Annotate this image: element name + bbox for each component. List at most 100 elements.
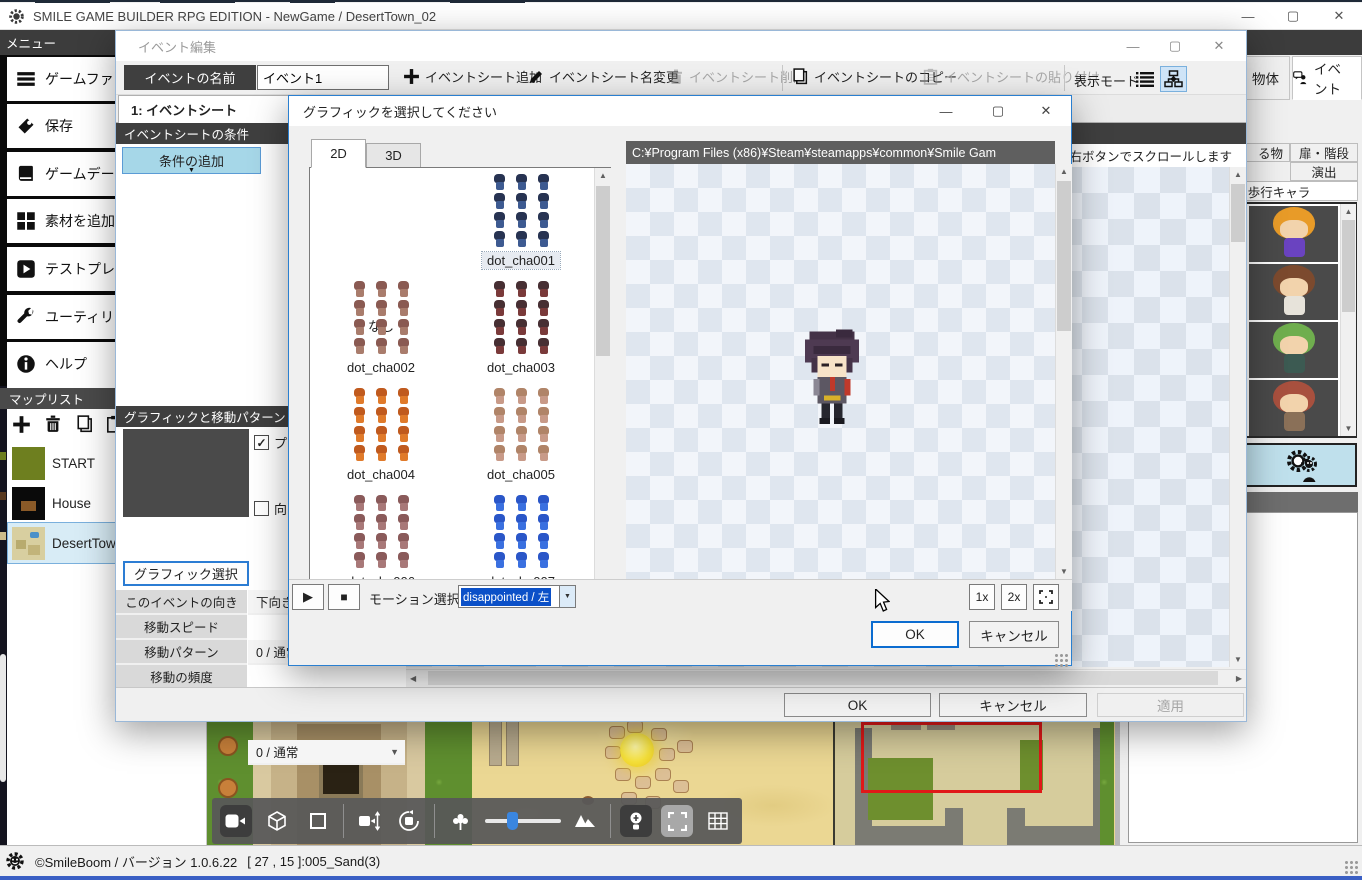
- add-condition-button[interactable]: 条件の追加 ▼: [122, 147, 261, 174]
- scroll-down-icon[interactable]: ▼: [1056, 564, 1072, 579]
- scroll-right-icon[interactable]: ▶: [1236, 674, 1242, 683]
- cube-view-button[interactable]: [261, 805, 293, 837]
- maximize-button[interactable]: ▢: [1158, 33, 1192, 59]
- maximize-button[interactable]: ▢: [981, 98, 1015, 124]
- subtab-effect[interactable]: 演出: [1290, 162, 1358, 181]
- scroll-up-icon[interactable]: ▲: [595, 168, 611, 183]
- zoom-in-mountain-icon[interactable]: [570, 805, 602, 837]
- maplist-copy-button[interactable]: [72, 411, 98, 437]
- camera-mode-button[interactable]: [220, 805, 252, 837]
- checkbox-unchecked-icon[interactable]: [254, 501, 269, 516]
- display-mode-flow-button[interactable]: [1160, 66, 1187, 92]
- tab-label: 2D: [330, 146, 347, 161]
- maplist-item-house[interactable]: House: [8, 483, 114, 523]
- scale-2x-button[interactable]: 2x: [1001, 584, 1027, 610]
- flowchart-vertical-scrollbar[interactable]: ▲ ▼: [1229, 167, 1246, 667]
- button-label: イベントシート追加: [425, 67, 542, 86]
- minimize-button[interactable]: —: [929, 98, 963, 124]
- tab-3d[interactable]: 3D: [366, 143, 421, 168]
- zoom-slider-thumb[interactable]: [507, 812, 518, 830]
- character-item[interactable]: [1249, 264, 1338, 320]
- map-name: START: [52, 456, 95, 471]
- checkbox-checked-icon[interactable]: ✓: [254, 435, 269, 450]
- zoom-slider[interactable]: [485, 819, 560, 823]
- preview-scrollbar[interactable]: ▲ ▼: [1055, 164, 1072, 579]
- scro ll-left-icon[interactable]: ◀: [410, 674, 416, 683]
- resize-grip[interactable]: [1344, 860, 1358, 874]
- character-item[interactable]: [1249, 380, 1338, 436]
- graphic-dialog-title: グラフィックを選択してください: [303, 102, 497, 121]
- minimize-button[interactable]: —: [1116, 33, 1150, 59]
- prop-frequency-value[interactable]: 0 / 通常▼: [248, 740, 405, 765]
- scroll-up-icon[interactable]: ▲: [1341, 204, 1356, 219]
- scroll-up-icon[interactable]: ▲: [1230, 167, 1246, 182]
- fullscreen-button[interactable]: [661, 805, 693, 837]
- graphic-select-button[interactable]: グラフィック選択: [123, 561, 249, 586]
- close-button[interactable]: ✕: [1322, 3, 1356, 29]
- scrollbar-thumb[interactable]: [1057, 181, 1071, 331]
- lighting-toggle-button[interactable]: [620, 805, 652, 837]
- character-item[interactable]: [1249, 206, 1338, 262]
- add-sheet-button[interactable]: イベントシート追加: [403, 67, 542, 86]
- dialog-resize-grip[interactable]: [1054, 653, 1068, 667]
- map-thumbnail: [12, 527, 45, 560]
- sprite-preview-area[interactable]: [626, 164, 1055, 579]
- fit-view-button[interactable]: [1033, 584, 1059, 610]
- graphic-list-scrollbar[interactable]: ▲ ▼: [594, 168, 611, 606]
- stop-button[interactable]: ■: [328, 584, 360, 610]
- character-list-scrollbar[interactable]: ▲ ▼: [1340, 204, 1356, 436]
- grid-toggle-button[interactable]: [702, 805, 734, 837]
- graphic-item[interactable]: dot_cha006: [312, 495, 450, 590]
- graphic-item[interactable]: dot_cha002: [312, 281, 450, 376]
- character-item[interactable]: [1249, 322, 1338, 378]
- tab-event[interactable]: イベント: [1292, 56, 1362, 100]
- event-ok-button[interactable]: OK: [784, 693, 931, 717]
- graphic-item[interactable]: dot_cha005: [452, 388, 590, 483]
- graphic-item[interactable]: dot_cha003: [452, 281, 590, 376]
- graphic-item[interactable]: dot_cha004: [312, 388, 450, 483]
- event-dialog-title: イベント編集: [138, 37, 216, 56]
- maplist-add-button[interactable]: [8, 411, 34, 437]
- close-button[interactable]: ✕: [1029, 98, 1063, 124]
- maplist-item-start[interactable]: START: [8, 443, 114, 483]
- graphic-cancel-button[interactable]: キャンセル: [969, 621, 1059, 648]
- event-apply-button[interactable]: 適用: [1097, 693, 1244, 717]
- scrollbar-thumb[interactable]: [428, 671, 1218, 685]
- graphic-item[interactable]: dot_cha007: [452, 495, 590, 590]
- subtab-door-stairs[interactable]: 扉・階段: [1290, 143, 1358, 162]
- scale-1x-button[interactable]: 1x: [969, 584, 995, 610]
- info-icon: [16, 354, 36, 374]
- flowchart-horizontal-scrollbar[interactable]: ◀ ▶: [406, 669, 1246, 686]
- camera-height-button[interactable]: [353, 805, 385, 837]
- maximize-button[interactable]: ▢: [1276, 3, 1310, 29]
- close-button[interactable]: ✕: [1202, 33, 1236, 59]
- scrollbar-thumb[interactable]: [596, 186, 610, 356]
- event-name-input[interactable]: [257, 65, 389, 90]
- wrench-icon: [16, 307, 36, 327]
- minimize-button[interactable]: —: [1231, 3, 1265, 29]
- scroll-down-icon[interactable]: ▼: [1341, 421, 1356, 436]
- camera-rotate-button[interactable]: [393, 805, 425, 837]
- scrollbar-thumb[interactable]: [1342, 220, 1355, 312]
- graphic-ok-button[interactable]: OK: [871, 621, 959, 648]
- combobox-arrow-icon[interactable]: ▼: [559, 586, 575, 607]
- selected-event-gear-row[interactable]: [1245, 443, 1357, 487]
- scroll-up-icon[interactable]: ▲: [1056, 164, 1072, 179]
- zoom-out-flower-icon[interactable]: [444, 805, 476, 837]
- status-coordinates: [ 27 , 15 ]:005_Sand(3): [247, 854, 380, 869]
- event-cancel-button[interactable]: キャンセル: [939, 693, 1087, 717]
- graphic-item[interactable]: dot_cha001: [452, 174, 590, 269]
- flat-view-button[interactable]: [302, 805, 334, 837]
- tab-2d[interactable]: 2D: [311, 139, 366, 168]
- maplist-item-deserttown[interactable]: DesertTow: [8, 523, 115, 563]
- sprite-sheet: [312, 388, 450, 461]
- rename-sheet-button[interactable]: イベントシート名変更: [528, 67, 679, 86]
- display-mode-list-button[interactable]: [1132, 66, 1157, 91]
- maplist-delete-button[interactable]: [40, 411, 66, 437]
- delete-sheet-button[interactable]: イベントシート削除: [668, 67, 806, 86]
- sheet-tab[interactable]: 1: イベントシート: [118, 95, 290, 123]
- motion-select-combobox[interactable]: disappointed / 左 ▼: [458, 585, 576, 608]
- scrollbar-thumb[interactable]: [1231, 184, 1245, 242]
- scroll-down-icon[interactable]: ▼: [1230, 652, 1246, 667]
- play-button[interactable]: ▶: [292, 584, 324, 610]
